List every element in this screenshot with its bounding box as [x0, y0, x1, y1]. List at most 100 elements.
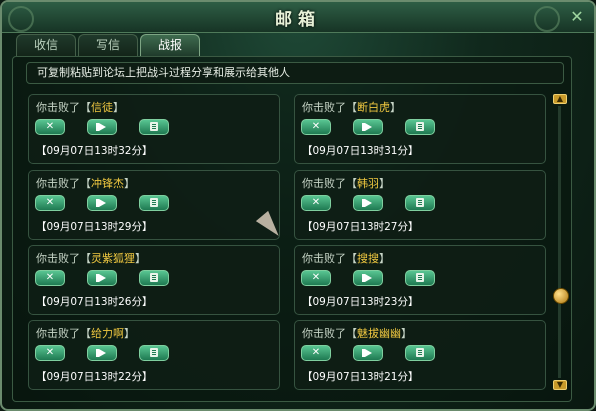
- delete-button[interactable]: ✕: [301, 270, 331, 286]
- document-icon: [416, 198, 424, 207]
- report-prefix: 你击败了【: [36, 101, 91, 114]
- scroll-down-icon[interactable]: ▼: [553, 380, 567, 390]
- report-suffix: 】: [135, 252, 146, 265]
- report-prefix: 你击败了【: [302, 252, 357, 265]
- copy-button[interactable]: [139, 345, 169, 361]
- document-icon: [416, 122, 424, 131]
- window-title: 邮箱: [275, 10, 321, 30]
- report-suffix: 】: [401, 327, 412, 340]
- report-title: 你击败了【搜搜】: [302, 250, 390, 266]
- battle-report-card: 你击败了【给力啊】 ✕ 【09月07日13时22分】: [28, 320, 280, 390]
- report-suffix: 】: [113, 101, 124, 114]
- opponent-name: 冲锋杰: [91, 177, 124, 190]
- replay-button[interactable]: [353, 345, 383, 361]
- report-prefix: 你击败了【: [302, 177, 357, 190]
- report-time: 【09月07日13时32分】: [36, 145, 153, 157]
- delete-button[interactable]: ✕: [35, 195, 65, 211]
- replay-button[interactable]: [87, 270, 117, 286]
- tab-compose[interactable]: 写信: [78, 34, 138, 56]
- document-icon: [150, 348, 158, 357]
- report-suffix: 】: [379, 252, 390, 265]
- report-title: 你击败了【断白虎】: [302, 99, 401, 115]
- battle-report-card: 你击败了【冲锋杰】 ✕ 【09月07日13时29分】: [28, 170, 280, 240]
- delete-button[interactable]: ✕: [301, 345, 331, 361]
- report-time: 【09月07日13时27分】: [302, 221, 419, 233]
- copy-button[interactable]: [405, 345, 435, 361]
- battle-report-card: 你击败了【灵紫狐狸】 ✕ 【09月07日13时26分】: [28, 245, 280, 315]
- x-icon: ✕: [311, 272, 321, 283]
- report-time: 【09月07日13时23分】: [302, 296, 419, 308]
- report-suffix: 】: [124, 177, 135, 190]
- report-title: 你击败了【冲锋杰】: [36, 175, 135, 191]
- opponent-name: 灵紫狐狸: [91, 252, 135, 265]
- report-prefix: 你击败了【: [302, 101, 357, 114]
- delete-button[interactable]: ✕: [35, 345, 65, 361]
- delete-button[interactable]: ✕: [35, 270, 65, 286]
- delete-button[interactable]: ✕: [301, 119, 331, 135]
- replay-button[interactable]: [353, 195, 383, 211]
- replay-button[interactable]: [353, 119, 383, 135]
- report-suffix: 】: [379, 177, 390, 190]
- scroll-thumb[interactable]: [553, 288, 569, 304]
- battle-report-card: 你击败了【魅拔幽幽】 ✕ 【09月07日13时21分】: [294, 320, 546, 390]
- report-time: 【09月07日13时26分】: [36, 296, 153, 308]
- report-time: 【09月07日13时21分】: [302, 371, 419, 383]
- report-suffix: 】: [390, 101, 401, 114]
- delete-button[interactable]: ✕: [301, 195, 331, 211]
- battle-report-card: 你击败了【韩羽】 ✕ 【09月07日13时27分】: [294, 170, 546, 240]
- scrollbar[interactable]: ▲ ▼: [553, 94, 569, 390]
- tab-battle-report[interactable]: 战报: [140, 34, 200, 56]
- x-icon: ✕: [311, 347, 321, 358]
- opponent-name: 韩羽: [357, 177, 379, 190]
- replay-button[interactable]: [87, 345, 117, 361]
- delete-button[interactable]: ✕: [35, 119, 65, 135]
- report-title: 你击败了【灵紫狐狸】: [36, 250, 146, 266]
- x-icon: ✕: [45, 197, 55, 208]
- x-icon: ✕: [45, 347, 55, 358]
- document-icon: [150, 198, 158, 207]
- report-prefix: 你击败了【: [36, 252, 91, 265]
- x-icon: ✕: [311, 197, 321, 208]
- x-icon: ✕: [311, 121, 321, 132]
- replay-button[interactable]: [87, 195, 117, 211]
- document-icon: [150, 122, 158, 131]
- notice-text: 可复制粘贴到论坛上把战斗过程分享和展示给其他人: [26, 62, 564, 84]
- report-time: 【09月07日13时31分】: [302, 145, 419, 157]
- x-icon: ✕: [45, 272, 55, 283]
- copy-button[interactable]: [139, 119, 169, 135]
- report-title: 你击败了【韩羽】: [302, 175, 390, 191]
- opponent-name: 魅拔幽幽: [357, 327, 401, 340]
- copy-button[interactable]: [139, 270, 169, 286]
- replay-button[interactable]: [87, 119, 117, 135]
- report-title: 你击败了【魅拔幽幽】: [302, 325, 412, 341]
- document-icon: [150, 273, 158, 282]
- opponent-name: 给力啊: [91, 327, 124, 340]
- report-prefix: 你击败了【: [302, 327, 357, 340]
- opponent-name: 搜搜: [357, 252, 379, 265]
- scroll-track[interactable]: [558, 106, 561, 378]
- copy-button[interactable]: [405, 195, 435, 211]
- battle-report-card: 你击败了【信徒】 ✕ 【09月07日13时32分】: [28, 94, 280, 164]
- opponent-name: 断白虎: [357, 101, 390, 114]
- report-title: 你击败了【给力啊】: [36, 325, 135, 341]
- document-icon: [416, 273, 424, 282]
- close-icon[interactable]: ✕: [568, 8, 586, 26]
- battle-report-card: 你击败了【断白虎】 ✕ 【09月07日13时31分】: [294, 94, 546, 164]
- scroll-up-icon[interactable]: ▲: [553, 94, 567, 104]
- title-bar[interactable]: 邮箱 ✕: [2, 2, 594, 33]
- report-title: 你击败了【信徒】: [36, 99, 124, 115]
- report-time: 【09月07日13时22分】: [36, 371, 153, 383]
- replay-button[interactable]: [353, 270, 383, 286]
- battle-report-card: 你击败了【搜搜】 ✕ 【09月07日13时23分】: [294, 245, 546, 315]
- report-prefix: 你击败了【: [36, 177, 91, 190]
- tab-inbox[interactable]: 收信: [16, 34, 76, 56]
- report-prefix: 你击败了【: [36, 327, 91, 340]
- x-icon: ✕: [45, 121, 55, 132]
- document-icon: [416, 348, 424, 357]
- opponent-name: 信徒: [91, 101, 113, 114]
- report-time: 【09月07日13时29分】: [36, 221, 153, 233]
- copy-button[interactable]: [405, 119, 435, 135]
- copy-button[interactable]: [405, 270, 435, 286]
- copy-button[interactable]: [139, 195, 169, 211]
- report-suffix: 】: [124, 327, 135, 340]
